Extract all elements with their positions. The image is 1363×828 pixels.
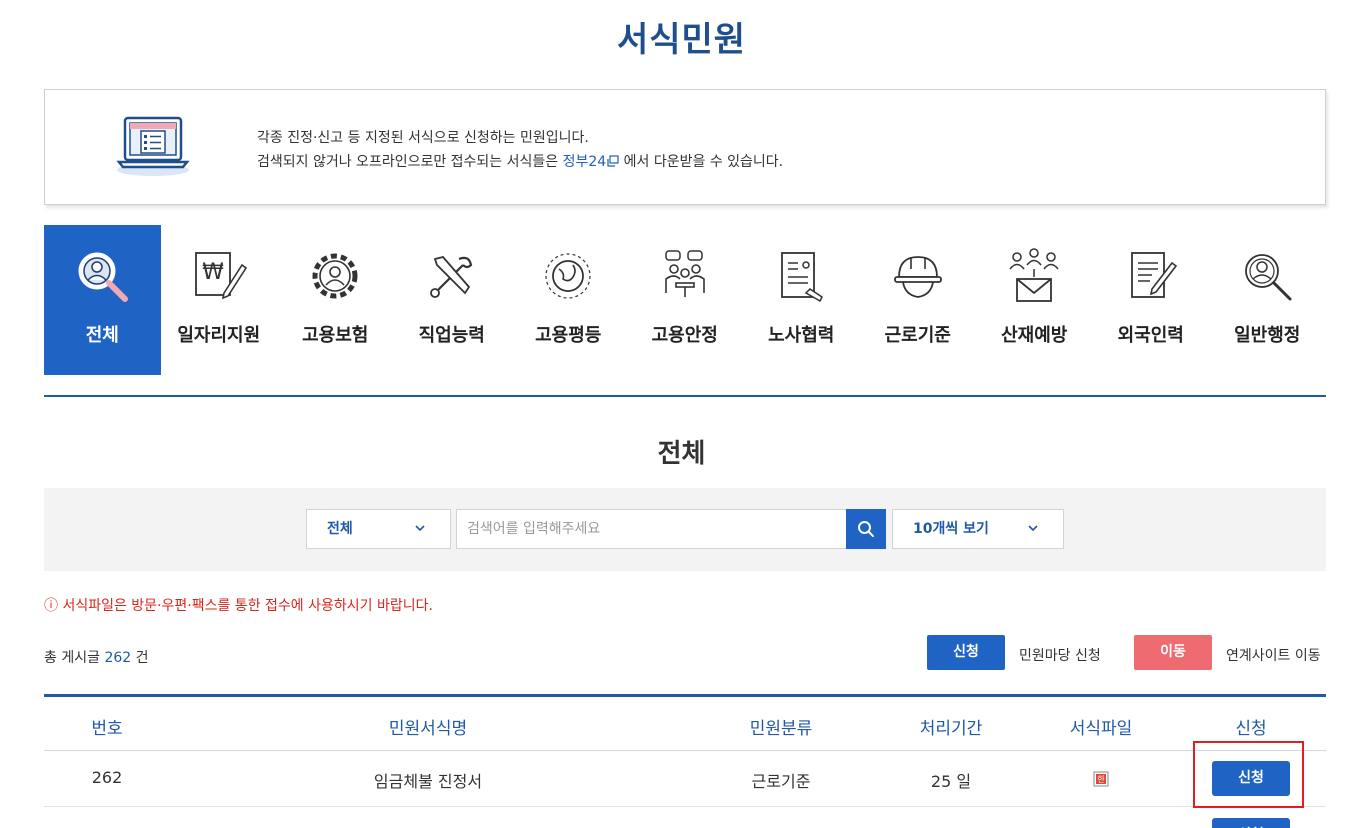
search-button[interactable]: [846, 509, 886, 549]
tab-label: 근로기준: [884, 325, 951, 346]
tab-label: 외국인력: [1117, 325, 1184, 346]
tab-foreign-workforce[interactable]: 외국인력: [1093, 225, 1210, 375]
legend-apply-desc: 민원마당 신청: [1019, 648, 1101, 664]
chevron-down-icon: [414, 510, 426, 563]
tab-job-skills[interactable]: 직업능력: [394, 225, 511, 375]
legend-apply-badge: 신청: [927, 635, 1005, 670]
legend-move-badge: 이동: [1134, 635, 1212, 670]
row-form-name[interactable]: 임금체불 진정서: [374, 768, 482, 792]
gov24-link[interactable]: 정부24: [563, 154, 624, 170]
won-document-icon: ₩: [194, 252, 247, 300]
tab-label: 고용보험: [302, 325, 369, 346]
search-category-value: 전체: [327, 521, 353, 537]
total-number: 262: [104, 650, 132, 666]
row-no: 262: [91, 768, 123, 787]
header-category: 민원분류: [749, 719, 813, 739]
legend-move-desc: 연계사이트 이동: [1226, 648, 1321, 664]
meeting-icon: [664, 250, 705, 297]
tab-label: 산재예방: [1001, 325, 1068, 346]
intro-line-2: 검색되지 않거나 오프라인으로만 접수되는 서식들은 정부24 에서 다운받을 …: [257, 150, 783, 174]
search-area: 전체 검색어를 입력해주세요 10개씩 보기: [44, 488, 1326, 571]
document-pen-icon: [1130, 252, 1177, 298]
page-title: 서식민원: [616, 20, 747, 60]
tab-label: 직업능력: [418, 325, 485, 346]
tab-employment-stability[interactable]: 고용안정: [627, 225, 744, 375]
globe-icon: [545, 253, 591, 299]
search-placeholder: 검색어를 입력해주세요: [467, 521, 601, 537]
tab-label: 노사협력: [768, 325, 835, 346]
tab-label: 전체: [85, 325, 119, 346]
table-row: 262 임금체불 진정서 근로기준 25 일 한 신청: [44, 751, 1326, 807]
apply-button[interactable]: 신청: [1212, 818, 1290, 828]
header-form-file: 서식파일: [1069, 719, 1133, 739]
svg-text:₩: ₩: [202, 260, 224, 285]
tab-general-admin[interactable]: 일반행정: [1209, 225, 1326, 375]
row-period: 25 일: [930, 772, 972, 791]
tab-equal-employment[interactable]: 고용평등: [510, 225, 627, 375]
tools-icon: [429, 255, 472, 298]
tab-job-support[interactable]: ₩ 일자리지원: [161, 225, 278, 375]
table-header: 번호 민원서식명 민원분류 처리기간 서식파일 신청: [44, 697, 1326, 751]
intro-line-2-after: 에서 다운받을 수 있습니다.: [623, 154, 784, 170]
contract-icon: [781, 252, 824, 303]
total-suffix: 건: [135, 650, 149, 666]
intro-box: 각종 진정·신고 등 지정된 서식으로 신청하는 민원입니다. 검색되지 않거나…: [44, 89, 1326, 205]
page-size-value: 10개씩 보기: [913, 521, 989, 537]
header-apply: 신청: [1235, 719, 1267, 739]
gov24-link-text: 정부24: [562, 154, 607, 170]
row-category: 근로기준: [751, 772, 811, 791]
tab-labor-standards[interactable]: 근로기준: [860, 225, 977, 375]
tab-label: 일자리지원: [177, 325, 261, 346]
category-tabs: 전체 ₩ 일자리지원 고용보험 직업능력 고용평등 고용안정 노사협력 근로기준…: [44, 225, 1326, 375]
gear-person-icon: [312, 253, 358, 299]
tab-label: 고용평등: [535, 325, 602, 346]
tab-employment-insurance[interactable]: 고용보험: [277, 225, 394, 375]
total-count: 총 게시글 262 건: [44, 647, 149, 667]
search-category-select[interactable]: 전체: [306, 509, 451, 549]
page-size-select[interactable]: 10개씩 보기: [892, 509, 1064, 549]
header-period: 처리기간: [919, 719, 983, 739]
tab-all[interactable]: 전체: [44, 225, 161, 375]
divider: [44, 395, 1326, 397]
search-person-icon: [78, 252, 129, 302]
tab-label: 고용안정: [651, 325, 718, 346]
total-prefix: 총 게시글: [44, 650, 100, 666]
tab-labor-cooperation[interactable]: 노사협력: [743, 225, 860, 375]
section-title: 전체: [657, 439, 706, 469]
search-icon: [858, 521, 874, 537]
header-no: 번호: [91, 719, 123, 739]
intro-text: 각종 진정·신고 등 지정된 서식으로 신청하는 민원입니다. 검색되지 않거나…: [257, 126, 783, 174]
tab-label: 일반행정: [1234, 325, 1301, 346]
search-input[interactable]: 검색어를 입력해주세요: [456, 509, 848, 549]
intro-line-2-before: 검색되지 않거나 오프라인으로만 접수되는 서식들은: [257, 154, 559, 170]
laptop-form-icon: [116, 116, 190, 176]
helmet-icon: [893, 256, 942, 298]
svg-text:한: 한: [1097, 775, 1105, 784]
search-person-icon: [1245, 254, 1292, 301]
intro-line-1: 각종 진정·신고 등 지정된 서식으로 신청하는 민원입니다.: [257, 130, 589, 146]
highlight-box: [1193, 741, 1304, 808]
people-mail-icon: [1009, 248, 1059, 302]
new-window-icon: [607, 155, 619, 167]
hwp-file-icon[interactable]: 한: [1093, 771, 1109, 791]
tab-accident-prevention[interactable]: 산재예방: [976, 225, 1093, 375]
chevron-down-icon: [1027, 510, 1039, 563]
notice-text: ⓘ 서식파일은 방문·우편·팩스를 통한 접수에 사용하시기 바랍니다.: [44, 598, 433, 614]
table-row: 신청: [44, 808, 1326, 828]
header-form-name: 민원서식명: [388, 719, 468, 739]
